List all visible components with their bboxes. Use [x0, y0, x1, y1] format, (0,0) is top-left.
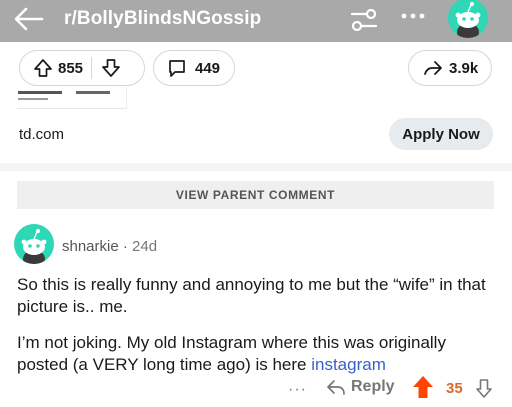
- snoo-avatar-icon: [21, 229, 47, 264]
- comment-username[interactable]: shnarkie: [62, 238, 119, 255]
- apply-now-button[interactable]: Apply Now: [389, 118, 493, 150]
- vote-pill: 855: [19, 50, 145, 86]
- ad-image-detail: [18, 98, 48, 100]
- comment-more-options[interactable]: ···: [288, 381, 307, 399]
- comment-paragraph: I’m not joking. My old Instagram where t…: [17, 332, 497, 376]
- meta-separator: ·: [122, 238, 128, 255]
- back-arrow-icon[interactable]: [12, 6, 46, 32]
- view-parent-comment-button[interactable]: VIEW PARENT COMMENT: [17, 181, 494, 209]
- ad-image-detail: [18, 91, 62, 94]
- vote-divider: [91, 57, 93, 79]
- comment-age: 24d: [132, 238, 158, 255]
- share-arrow-icon: [424, 61, 442, 75]
- comment-meta: shnarkie · 24d: [62, 238, 157, 255]
- share-count: 3.9k: [449, 59, 479, 77]
- downvote-icon[interactable]: [100, 57, 122, 79]
- top-app-bar: r/BollyBlindsNGossip: [0, 0, 512, 42]
- instagram-link[interactable]: instagram: [311, 355, 386, 374]
- section-separator: [0, 163, 512, 171]
- downvote-icon[interactable]: [475, 377, 493, 399]
- sort-sliders-icon[interactable]: [348, 6, 380, 34]
- reply-button[interactable]: Reply: [326, 378, 395, 396]
- comment-count: 449: [195, 59, 221, 77]
- reply-label: Reply: [351, 378, 395, 395]
- upvote-filled-icon[interactable]: [412, 375, 434, 399]
- comments-button[interactable]: 449: [153, 50, 235, 86]
- share-button[interactable]: 3.9k: [408, 50, 492, 86]
- comment-score: 35: [446, 380, 463, 397]
- upvote-icon[interactable]: [32, 57, 54, 79]
- upvote-count: 855: [58, 59, 84, 77]
- snoo-avatar-icon: [455, 2, 481, 38]
- ad-domain[interactable]: td.com: [19, 126, 64, 143]
- ad-image-detail: [76, 91, 110, 94]
- more-dots-icon[interactable]: [398, 7, 428, 25]
- commenter-avatar[interactable]: [14, 224, 54, 264]
- user-avatar[interactable]: [448, 0, 488, 38]
- subreddit-title[interactable]: r/BollyBlindsNGossip: [64, 8, 261, 30]
- reply-arrow-icon: [327, 380, 345, 395]
- comment-paragraph: So this is really funny and annoying to …: [17, 275, 486, 316]
- comment-bubble-icon: [169, 60, 185, 77]
